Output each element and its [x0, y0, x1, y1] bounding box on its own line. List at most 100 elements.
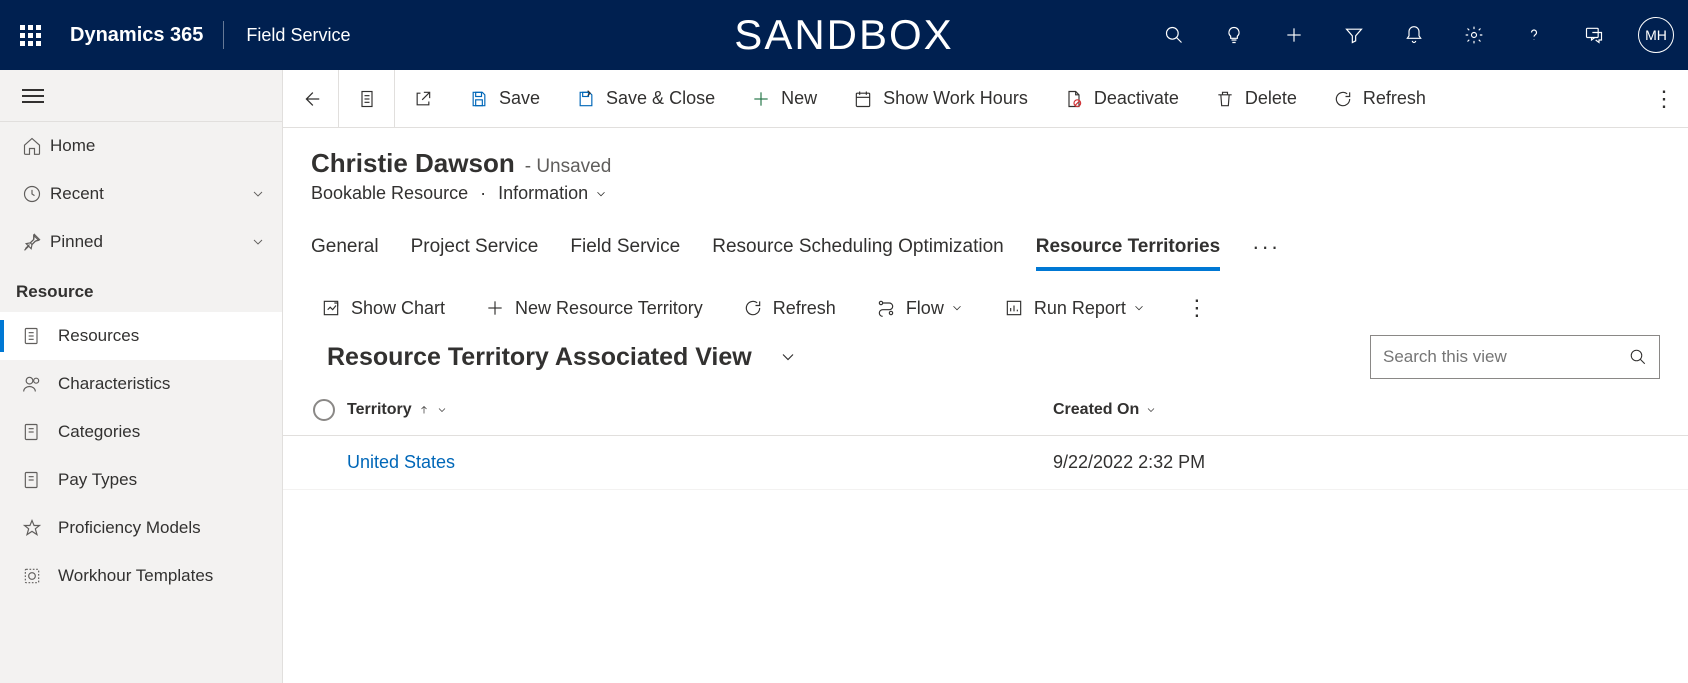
app-name-link[interactable]: Field Service — [224, 25, 372, 46]
add-button[interactable] — [1264, 0, 1324, 70]
open-record-set-button[interactable] — [339, 70, 395, 127]
col-territory-label: Territory — [347, 401, 412, 419]
user-avatar[interactable]: MH — [1638, 17, 1674, 53]
popout-button[interactable] — [395, 70, 451, 127]
nav-workhour-templates[interactable]: Workhour Templates — [0, 552, 282, 600]
nav-section-resource: Resource — [0, 266, 282, 312]
search-button[interactable] — [1144, 0, 1204, 70]
tab-general[interactable]: General — [311, 226, 379, 268]
categories-icon — [22, 422, 58, 442]
refresh-label: Refresh — [1363, 88, 1426, 109]
home-icon — [22, 136, 50, 156]
report-label: Run Report — [1034, 298, 1126, 319]
grid-row[interactable]: United States 9/22/2022 2:32 PM — [283, 436, 1688, 490]
save-button[interactable]: Save — [451, 70, 558, 127]
tab-resource-territories[interactable]: Resource Territories — [1036, 226, 1220, 268]
record-header: Christie Dawson - Unsaved Bookable Resou… — [283, 128, 1688, 214]
app-launcher-button[interactable] — [0, 0, 60, 70]
deactivate-icon — [1064, 89, 1084, 109]
new-label: New — [781, 88, 817, 109]
tab-project-service[interactable]: Project Service — [411, 226, 539, 268]
chevron-down-icon — [1145, 404, 1157, 416]
trash-icon — [1215, 89, 1235, 109]
nav-home[interactable]: Home — [0, 122, 282, 170]
settings-button[interactable] — [1444, 0, 1504, 70]
column-header-territory[interactable]: Territory — [347, 401, 1053, 419]
nav-characteristics[interactable]: Characteristics — [0, 360, 282, 408]
bell-icon — [1404, 25, 1424, 45]
col-created-label: Created On — [1053, 401, 1139, 419]
hamburger-icon — [22, 89, 44, 103]
tab-field-service[interactable]: Field Service — [570, 226, 680, 268]
filter-button[interactable] — [1324, 0, 1384, 70]
nav-pinned[interactable]: Pinned — [0, 218, 282, 266]
nav-home-label: Home — [50, 136, 95, 156]
run-report-button[interactable]: Run Report — [996, 298, 1154, 319]
waffle-icon — [20, 25, 41, 46]
show-work-hours-button[interactable]: Show Work Hours — [835, 70, 1046, 127]
form-selector[interactable]: Information — [498, 183, 608, 204]
environment-label: SANDBOX — [734, 11, 953, 59]
document-icon — [357, 89, 377, 109]
content-area: Save Save & Close New Show Work Hours — [283, 70, 1688, 683]
select-all-checkbox[interactable] — [313, 399, 335, 421]
sitemap-toggle[interactable] — [0, 70, 282, 122]
subgrid-overflow-button[interactable]: ⋮ — [1178, 295, 1216, 321]
nav-resources[interactable]: Resources — [0, 312, 282, 360]
brand-link[interactable]: Dynamics 365 — [60, 24, 223, 47]
cell-territory: United States — [347, 452, 1053, 473]
new-resource-territory-button[interactable]: New Resource Territory — [477, 298, 711, 319]
flow-icon — [876, 298, 896, 318]
notifications-button[interactable] — [1384, 0, 1444, 70]
sort-asc-icon — [418, 404, 430, 416]
new-button[interactable]: New — [733, 70, 835, 127]
chat-icon — [1584, 25, 1604, 45]
nav-proficiency-label: Proficiency Models — [58, 518, 201, 538]
view-search-box[interactable] — [1370, 335, 1660, 379]
tab-rso[interactable]: Resource Scheduling Optimization — [712, 226, 1004, 268]
delete-button[interactable]: Delete — [1197, 70, 1315, 127]
nav-pay-types-label: Pay Types — [58, 470, 137, 490]
search-icon — [1164, 25, 1184, 45]
save-close-button[interactable]: Save & Close — [558, 70, 733, 127]
nav-categories[interactable]: Categories — [0, 408, 282, 456]
show-chart-button[interactable]: Show Chart — [313, 298, 453, 319]
view-search-input[interactable] — [1383, 347, 1629, 367]
chevron-down-icon — [436, 404, 448, 416]
chevron-down-icon — [250, 186, 266, 202]
nav-workhour-label: Workhour Templates — [58, 566, 213, 586]
back-button[interactable] — [283, 70, 339, 127]
nav-recent[interactable]: Recent — [0, 170, 282, 218]
assistant-button[interactable] — [1204, 0, 1264, 70]
chevron-down-icon — [1132, 301, 1146, 315]
save-close-icon — [576, 89, 596, 109]
tab-overflow-button[interactable]: ··· — [1252, 234, 1280, 260]
save-close-label: Save & Close — [606, 88, 715, 109]
flow-button[interactable]: Flow — [868, 298, 972, 319]
view-selector[interactable]: Resource Territory Associated View — [327, 343, 798, 372]
territory-link[interactable]: United States — [347, 452, 455, 472]
clock-icon — [22, 184, 50, 204]
report-icon — [1004, 298, 1024, 318]
column-header-created-on[interactable]: Created On — [1053, 401, 1157, 419]
messenger-button[interactable] — [1564, 0, 1624, 70]
show-chart-label: Show Chart — [351, 298, 445, 319]
chevron-down-icon — [594, 187, 608, 201]
command-overflow-button[interactable]: ⋮ — [1640, 86, 1688, 112]
form-command-bar: Save Save & Close New Show Work Hours — [283, 70, 1688, 128]
save-icon — [469, 89, 489, 109]
deactivate-button[interactable]: Deactivate — [1046, 70, 1197, 127]
plus-icon — [485, 298, 505, 318]
nav-pinned-label: Pinned — [50, 232, 103, 252]
top-navigation-bar: Dynamics 365 Field Service SANDBOX MH — [0, 0, 1688, 70]
refresh-button[interactable]: Refresh — [1315, 70, 1444, 127]
vertical-dots-icon: ⋮ — [1653, 86, 1675, 112]
nav-pay-types[interactable]: Pay Types — [0, 456, 282, 504]
subgrid-refresh-label: Refresh — [773, 298, 836, 319]
nav-proficiency-models[interactable]: Proficiency Models — [0, 504, 282, 552]
help-button[interactable] — [1504, 0, 1564, 70]
subgrid-refresh-button[interactable]: Refresh — [735, 298, 844, 319]
search-icon[interactable] — [1629, 348, 1647, 366]
popout-icon — [413, 89, 433, 109]
nav-categories-label: Categories — [58, 422, 140, 442]
